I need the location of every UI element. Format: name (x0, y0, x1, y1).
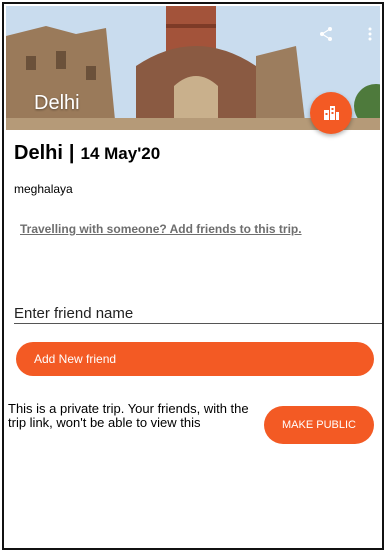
more-vert-icon[interactable] (362, 26, 378, 42)
trip-description: meghalaya (14, 182, 73, 196)
friend-name-input[interactable] (14, 304, 382, 324)
make-public-button[interactable]: MAKE PUBLIC (264, 406, 374, 444)
add-new-friend-button[interactable]: Add New friend (16, 342, 374, 376)
add-friends-link[interactable]: Travelling with someone? Add friends to … (20, 222, 302, 236)
private-trip-note: This is a private trip. Your friends, wi… (8, 401, 249, 430)
title-separator: | (68, 142, 75, 164)
header-title: Delhi (34, 92, 80, 114)
share-icon[interactable] (318, 26, 334, 42)
city-fab-button[interactable] (310, 92, 352, 134)
trip-title-row: Delhi | 14 May'20 (14, 142, 160, 165)
trip-date: 14 May'20 (80, 144, 161, 163)
trip-city: Delhi (14, 142, 63, 164)
city-buildings-icon (324, 106, 339, 120)
